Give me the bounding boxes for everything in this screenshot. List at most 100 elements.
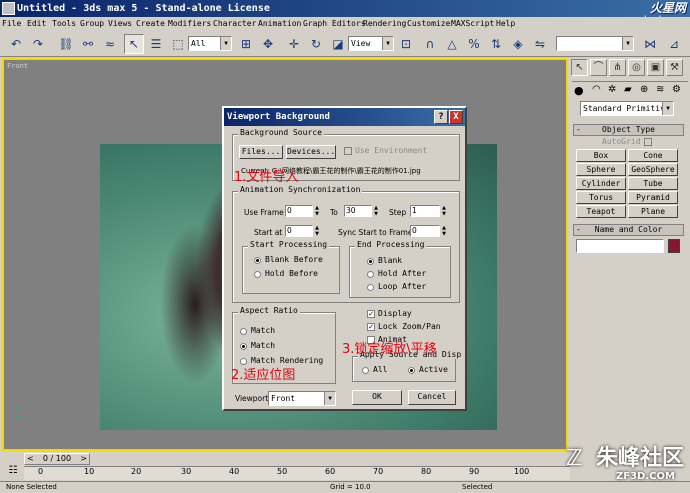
scale-icon[interactable]: ◪ <box>328 34 348 54</box>
motion-tab-icon[interactable]: ◎ <box>628 59 645 76</box>
use-frame-spinner[interactable]: 0 ▲ ▼ <box>285 205 319 217</box>
sphere-button[interactable]: Sphere <box>576 163 626 176</box>
files-button[interactable]: Files... <box>239 145 283 159</box>
move-icon[interactable]: ✛ <box>284 34 304 54</box>
unlink-icon[interactable]: ⚯ <box>78 34 98 54</box>
menu-edit[interactable]: Edit <box>27 17 46 31</box>
object-color-swatch[interactable] <box>668 239 680 253</box>
viewport-select-dropdown[interactable]: Front ▼ <box>268 391 336 406</box>
menu-help[interactable]: Help <box>496 17 515 31</box>
autogrid-checkbox[interactable] <box>644 138 652 146</box>
hold-before-radio[interactable] <box>254 271 261 278</box>
rotate-icon[interactable]: ↻ <box>306 34 326 54</box>
shapes-icon[interactable]: ◠ <box>592 84 601 95</box>
watermark-sub: ZF3D.COM <box>616 471 675 482</box>
menu-maxscript[interactable]: MAXScript <box>451 17 494 31</box>
display-checkbox[interactable]: ✓ <box>367 310 375 318</box>
selected-filter[interactable]: Selected <box>462 483 492 491</box>
select-by-name-icon[interactable]: ☰ <box>146 34 166 54</box>
modify-tab-icon[interactable]: ⌒ <box>590 59 607 76</box>
menu-graph-editors[interactable]: Graph Editors <box>303 17 366 31</box>
viewport-label[interactable]: Front <box>7 62 28 70</box>
teapot-button[interactable]: Teapot <box>576 205 626 218</box>
to-spinner[interactable]: 30 ▲ ▼ <box>344 205 378 217</box>
menu-group[interactable]: Group <box>80 17 104 31</box>
menu-tools[interactable]: Tools <box>52 17 76 31</box>
menu-rendering[interactable]: Rendering <box>363 17 406 31</box>
geometry-icon[interactable]: ● <box>574 84 584 97</box>
utilities-tab-icon[interactable]: ⚒ <box>666 59 683 76</box>
selection-filter-dropdown[interactable]: All ▼ <box>188 36 232 51</box>
plane-button[interactable]: Plane <box>628 205 678 218</box>
named-selection-icon[interactable]: ◈ <box>508 34 528 54</box>
menu-customize[interactable]: Customize <box>407 17 450 31</box>
match-bitmap-radio[interactable] <box>240 343 247 350</box>
object-name-field[interactable] <box>576 239 664 253</box>
cylinder-button[interactable]: Cylinder <box>576 177 626 190</box>
viewport-select-value: Front <box>271 394 296 403</box>
lights-icon[interactable]: ✲ <box>608 84 616 95</box>
spinner-snap-icon[interactable]: ⇅ <box>486 34 506 54</box>
create-tab-icon[interactable]: ↖ <box>571 59 588 76</box>
cone-button[interactable]: Cone <box>628 149 678 162</box>
match-viewport-radio[interactable] <box>240 328 247 335</box>
start-at-spinner[interactable]: 0 ▲ ▼ <box>285 225 319 237</box>
undo-icon[interactable]: ↶ <box>6 34 26 54</box>
mirror-selected-icon[interactable]: ⋈ <box>640 34 660 54</box>
lock-zoom-pan-checkbox[interactable]: ✓ <box>367 323 375 331</box>
select-manipulate-icon[interactable]: ⊞ <box>236 34 256 54</box>
ok-button[interactable]: OK <box>352 390 402 405</box>
named-selection-sets-dropdown[interactable]: ▼ <box>556 36 634 51</box>
tube-button[interactable]: Tube <box>628 177 678 190</box>
name-color-rollout[interactable]: - Name and Color <box>573 224 684 236</box>
loop-after-radio[interactable] <box>367 284 374 291</box>
primitive-category-dropdown[interactable]: Standard Primitiv ▼ <box>580 101 674 116</box>
systems-icon[interactable]: ⚙ <box>672 84 681 95</box>
sync-start-spinner[interactable]: 0 ▲ ▼ <box>410 225 446 237</box>
redo-icon[interactable]: ↷ <box>28 34 48 54</box>
box-button[interactable]: Box <box>576 149 626 162</box>
blank-label: Blank <box>378 256 403 265</box>
select-link-icon[interactable]: ⛓ <box>56 34 76 54</box>
blank-before-radio[interactable] <box>254 257 261 264</box>
devices-button[interactable]: Devices... <box>286 145 336 159</box>
pivot-center-icon[interactable]: ⊡ <box>396 34 416 54</box>
apply-all-radio[interactable] <box>362 367 369 374</box>
track-bar[interactable] <box>24 466 570 480</box>
hierarchy-tab-icon[interactable]: ⋔ <box>609 59 626 76</box>
display-tab-icon[interactable]: ▣ <box>647 59 664 76</box>
menu-modifiers[interactable]: Modifiers <box>168 17 211 31</box>
select-object-icon[interactable]: ↖ <box>124 34 144 54</box>
reference-coord-dropdown[interactable]: View ▼ <box>348 36 394 51</box>
step-spinner[interactable]: 1 ▲ ▼ <box>410 205 446 217</box>
blank-radio[interactable] <box>367 258 374 265</box>
menu-create[interactable]: Create <box>136 17 165 31</box>
cameras-icon[interactable]: ▰ <box>624 84 632 95</box>
time-slider[interactable]: <0 / 100 > <box>24 453 90 465</box>
hold-after-radio[interactable] <box>367 271 374 278</box>
use-environment-checkbox[interactable] <box>344 147 352 155</box>
region-select-icon[interactable]: ⬚ <box>168 34 188 54</box>
menu-views[interactable]: Views <box>108 17 132 31</box>
percent-snap-icon[interactable]: % <box>464 34 484 54</box>
close-button[interactable]: X <box>449 110 463 124</box>
menu-character[interactable]: Character <box>213 17 256 31</box>
pyramid-button[interactable]: Pyramid <box>628 191 678 204</box>
help-button[interactable]: ? <box>434 110 448 124</box>
cancel-button[interactable]: Cancel <box>408 390 456 405</box>
torus-button[interactable]: Torus <box>576 191 626 204</box>
angle-snap-icon[interactable]: △ <box>442 34 462 54</box>
spacewarps-icon[interactable]: ≋ <box>656 84 664 95</box>
align-icon[interactable]: ⊿ <box>664 34 684 54</box>
select-move-icon[interactable]: ✥ <box>258 34 278 54</box>
snap-toggle-icon[interactable]: ∩ <box>420 34 440 54</box>
mirror-icon[interactable]: ⇋ <box>530 34 550 54</box>
menu-animation[interactable]: Animation <box>258 17 301 31</box>
bind-space-warp-icon[interactable]: ≈ <box>100 34 120 54</box>
object-type-rollout[interactable]: - Object Type <box>573 124 684 136</box>
helpers-icon[interactable]: ⊕ <box>640 84 648 95</box>
geosphere-button[interactable]: GeoSphere <box>628 163 678 176</box>
apply-active-radio[interactable] <box>408 367 415 374</box>
menu-file[interactable]: File <box>2 17 21 31</box>
track-view-icon[interactable]: ☷ <box>4 465 22 479</box>
